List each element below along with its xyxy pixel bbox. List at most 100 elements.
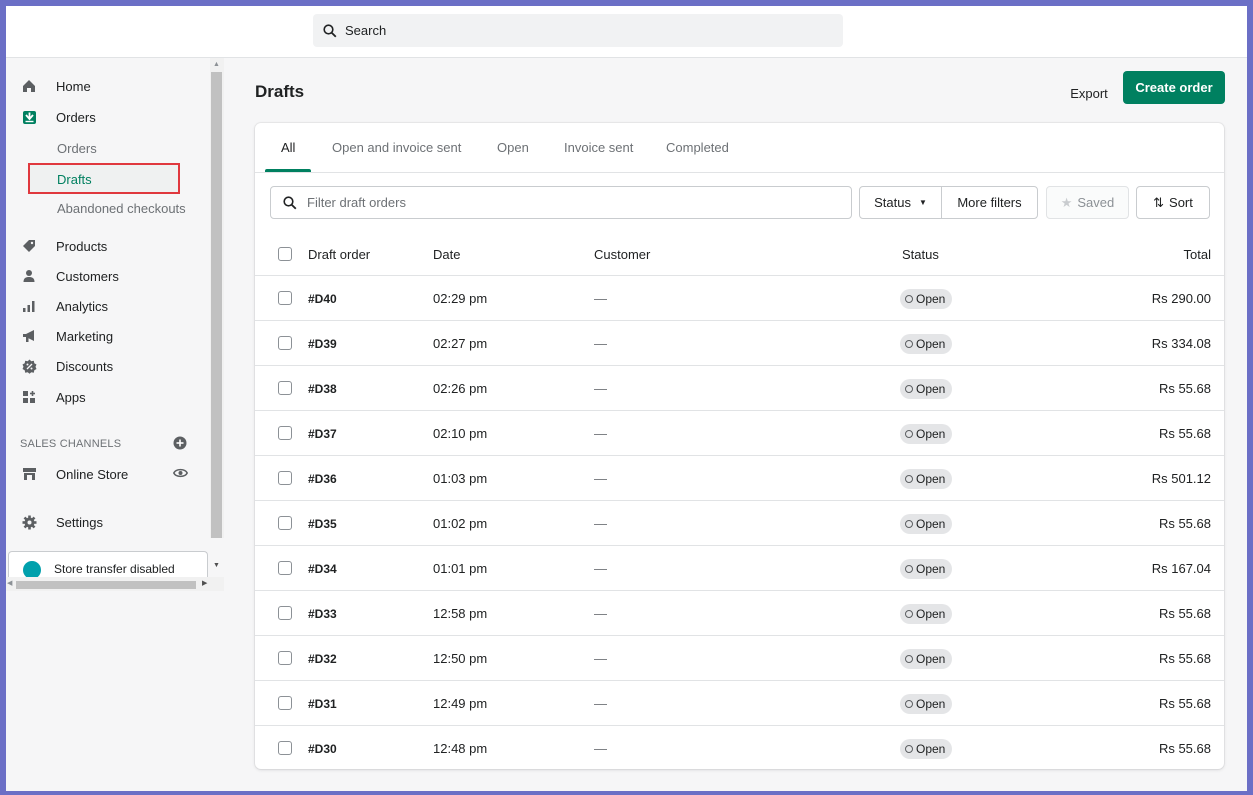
tab-open[interactable]: Open: [497, 140, 529, 155]
sidebar-subitem-abandoned-checkouts[interactable]: Abandoned checkouts: [57, 201, 186, 216]
tab-all[interactable]: All: [281, 140, 295, 155]
table-row[interactable]: #D40 02:29 pm — Open Rs 290.00: [255, 276, 1224, 321]
search-input[interactable]: Search: [313, 14, 843, 47]
add-sales-channel-icon[interactable]: [173, 436, 187, 455]
store-transfer-banner[interactable]: Store transfer disabled: [8, 551, 208, 577]
status-badge: Open: [900, 739, 953, 759]
table-row[interactable]: #D39 02:27 pm — Open Rs 334.08: [255, 321, 1224, 366]
scroll-left-arrow-icon[interactable]: ◀: [7, 579, 12, 587]
filter-button-group: Status ▼ More filters: [859, 186, 1038, 219]
column-header-draft-order[interactable]: Draft order: [308, 247, 370, 262]
table-row[interactable]: #D32 12:50 pm — Open Rs 55.68: [255, 636, 1224, 681]
export-button[interactable]: Export: [1052, 78, 1126, 108]
create-order-button[interactable]: Create order: [1123, 71, 1225, 104]
draft-order-id[interactable]: #D30: [308, 742, 337, 756]
status-ring-icon: [905, 340, 913, 348]
draft-order-id[interactable]: #D33: [308, 607, 337, 621]
table-row[interactable]: #D34 01:01 pm — Open Rs 167.04: [255, 546, 1224, 591]
column-header-date[interactable]: Date: [433, 247, 460, 262]
draft-order-id[interactable]: #D39: [308, 337, 337, 351]
info-icon: [23, 561, 41, 577]
sidebar: Home Orders Orders Drafts Abandoned chec…: [6, 58, 224, 593]
sidebar-item-online-store[interactable]: Online Store: [20, 463, 128, 485]
sidebar-horizontal-scrollbar[interactable]: ◀ ▶: [6, 577, 224, 591]
table-row[interactable]: #D37 02:10 pm — Open Rs 55.68: [255, 411, 1224, 456]
scroll-right-arrow-icon[interactable]: ▶: [202, 579, 207, 587]
sidebar-item-settings[interactable]: Settings: [20, 511, 103, 533]
saved-button[interactable]: ★ Saved: [1046, 186, 1129, 219]
tab-open-and-invoice-sent[interactable]: Open and invoice sent: [332, 140, 461, 155]
status-text: Open: [916, 607, 946, 621]
draft-total: Rs 167.04: [1151, 561, 1211, 576]
filter-draft-orders-input[interactable]: Filter draft orders: [270, 186, 852, 219]
row-checkbox[interactable]: [278, 381, 292, 395]
sidebar-item-analytics[interactable]: Analytics: [20, 295, 108, 317]
sidebar-item-discounts[interactable]: Discounts: [20, 355, 113, 377]
draft-customer: —: [594, 426, 607, 441]
sidebar-item-customers[interactable]: Customers: [20, 265, 119, 287]
sidebar-subitem-drafts[interactable]: Drafts: [57, 172, 92, 187]
row-checkbox[interactable]: [278, 606, 292, 620]
draft-customer: —: [594, 741, 607, 756]
draft-order-id[interactable]: #D35: [308, 517, 337, 531]
draft-order-id[interactable]: #D34: [308, 562, 337, 576]
home-icon: [20, 77, 38, 95]
status-filter-button[interactable]: Status ▼: [860, 187, 942, 218]
table-header: Draft order Date Customer Status Total: [255, 231, 1224, 276]
row-checkbox[interactable]: [278, 471, 292, 485]
draft-date: 12:58 pm: [433, 606, 488, 621]
draft-date: 02:26 pm: [433, 381, 488, 396]
draft-order-id[interactable]: #D38: [308, 382, 337, 396]
table-row[interactable]: #D33 12:58 pm — Open Rs 55.68: [255, 591, 1224, 636]
draft-total: Rs 290.00: [1151, 291, 1211, 306]
draft-order-id[interactable]: #D36: [308, 472, 337, 486]
row-checkbox[interactable]: [278, 426, 292, 440]
scroll-down-arrow-icon[interactable]: ▼: [213, 562, 220, 569]
table-row[interactable]: #D35 01:02 pm — Open Rs 55.68: [255, 501, 1224, 546]
sidebar-scrollbar-thumb[interactable]: [211, 72, 222, 538]
tab-completed[interactable]: Completed: [666, 140, 729, 155]
sort-button[interactable]: ⇅ Sort: [1136, 186, 1210, 219]
draft-date: 02:29 pm: [433, 291, 488, 306]
draft-date: 01:01 pm: [433, 561, 488, 576]
active-tab-indicator: [265, 169, 311, 172]
more-filters-button[interactable]: More filters: [942, 187, 1037, 218]
sidebar-item-label: Analytics: [56, 298, 109, 314]
sidebar-item-orders[interactable]: Orders: [20, 106, 96, 128]
sidebar-item-marketing[interactable]: Marketing: [20, 325, 113, 347]
sidebar-item-apps[interactable]: Apps: [20, 386, 86, 408]
scroll-up-arrow-icon[interactable]: ▲: [213, 61, 220, 68]
row-checkbox[interactable]: [278, 651, 292, 665]
horizontal-scrollbar-thumb[interactable]: [16, 581, 196, 589]
select-all-checkbox[interactable]: [278, 247, 292, 261]
eye-icon[interactable]: [172, 466, 189, 484]
status-text: Open: [916, 472, 946, 486]
draft-order-id[interactable]: #D31: [308, 697, 337, 711]
status-text: Open: [916, 517, 946, 531]
table-row[interactable]: #D30 12:48 pm — Open Rs 55.68: [255, 726, 1224, 771]
page-title: Drafts: [255, 82, 305, 101]
table-row[interactable]: #D31 12:49 pm — Open Rs 55.68: [255, 681, 1224, 726]
search-icon: [283, 195, 297, 209]
column-header-customer[interactable]: Customer: [594, 247, 650, 262]
row-checkbox[interactable]: [278, 336, 292, 350]
sidebar-subitem-orders[interactable]: Orders: [57, 141, 97, 156]
draft-total: Rs 501.12: [1151, 471, 1211, 486]
column-header-total[interactable]: Total: [1184, 247, 1211, 262]
draft-order-id[interactable]: #D32: [308, 652, 337, 666]
draft-order-id[interactable]: #D37: [308, 427, 337, 441]
row-checkbox[interactable]: [278, 291, 292, 305]
row-checkbox[interactable]: [278, 516, 292, 530]
draft-total: Rs 334.08: [1151, 336, 1211, 351]
column-header-status[interactable]: Status: [902, 247, 939, 262]
tab-invoice-sent[interactable]: Invoice sent: [564, 140, 633, 155]
sidebar-item-home[interactable]: Home: [20, 75, 91, 97]
row-checkbox[interactable]: [278, 741, 292, 755]
row-checkbox[interactable]: [278, 696, 292, 710]
table-row[interactable]: #D38 02:26 pm — Open Rs 55.68: [255, 366, 1224, 411]
row-checkbox[interactable]: [278, 561, 292, 575]
draft-order-id[interactable]: #D40: [308, 292, 337, 306]
sidebar-item-products[interactable]: Products: [20, 235, 107, 257]
table-row[interactable]: #D36 01:03 pm — Open Rs 501.12: [255, 456, 1224, 501]
status-ring-icon: [905, 385, 913, 393]
